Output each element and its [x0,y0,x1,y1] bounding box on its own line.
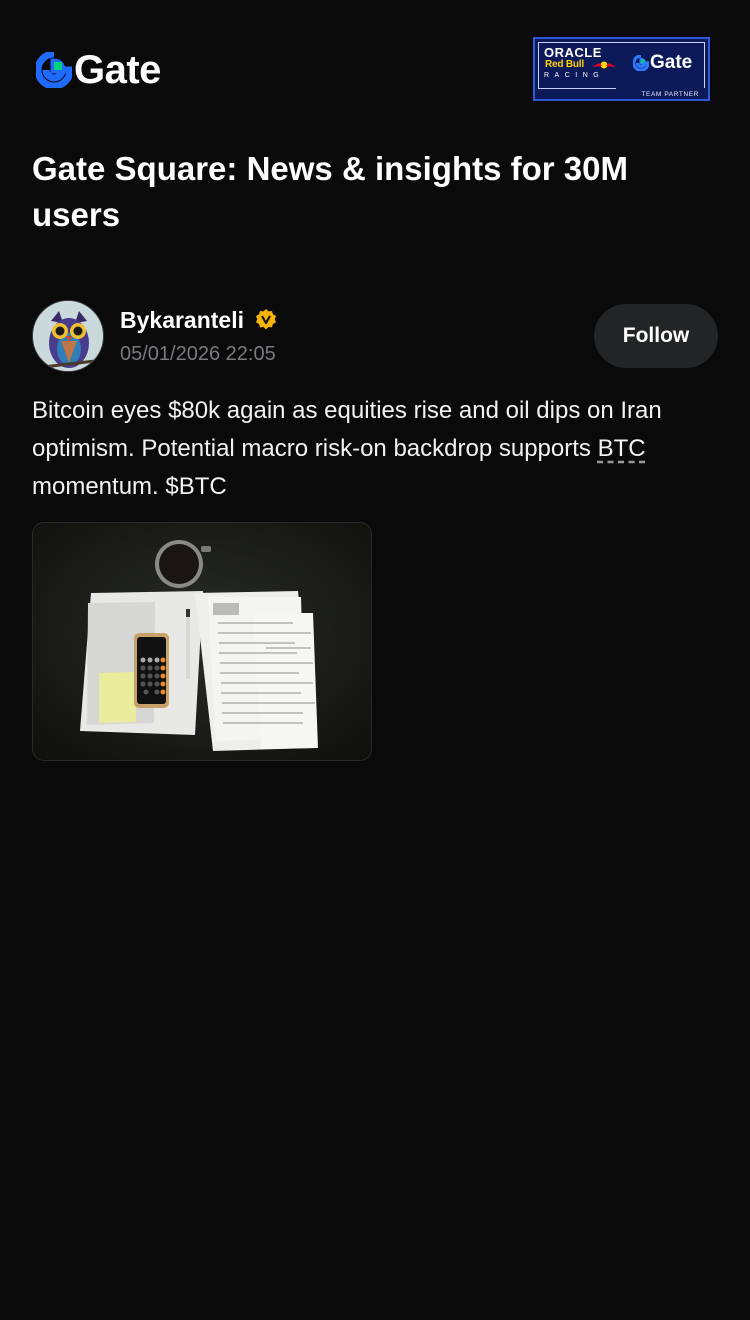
oracle-text: ORACLE [544,45,602,60]
team-partner-badge[interactable]: ORACLE Red Bull RACING Gate TEAM PARTNER [533,37,710,101]
header: Gate ORACLE Red Bull RACING Gate TEAM PA… [0,0,750,130]
post-timestamp: 05/01/2026 22:05 [120,343,276,365]
post-text-part: Bitcoin eyes $80k again as equities rise… [32,397,662,462]
racing-text: RACING [544,72,605,79]
partner-gate-logo: Gate [633,52,692,74]
gate-logo-icon [633,55,649,71]
follow-button[interactable]: Follow [594,304,718,368]
post-author-row: Bykaranteli 05/01/2026 22:05 Follow [32,300,718,372]
author-name[interactable]: Bykaranteli [120,307,244,334]
avatar[interactable] [32,300,104,372]
page-title: Gate Square: News & insights for 30M use… [32,150,628,233]
post-image[interactable] [32,522,372,761]
desk-photo [33,523,371,760]
logo-text: Gate [74,48,161,92]
gate-logo[interactable]: Gate [36,50,161,90]
post-body: Bitcoin eyes $80k again as equities rise… [32,392,722,506]
btc-ticker-link[interactable]: BTC [598,435,646,462]
bull-icon [592,61,616,69]
gate-logo-icon [36,52,72,88]
post-text-part: momentum. $BTC [32,473,227,500]
verified-badge-icon [256,309,276,330]
owl-avatar-image [33,301,103,371]
team-partner-text: TEAM PARTNER [641,91,699,98]
page: Gate ORACLE Red Bull RACING Gate TEAM PA… [0,0,750,1320]
redbull-text: Red Bull [545,59,584,70]
partner-gate-text: Gate [650,52,693,73]
